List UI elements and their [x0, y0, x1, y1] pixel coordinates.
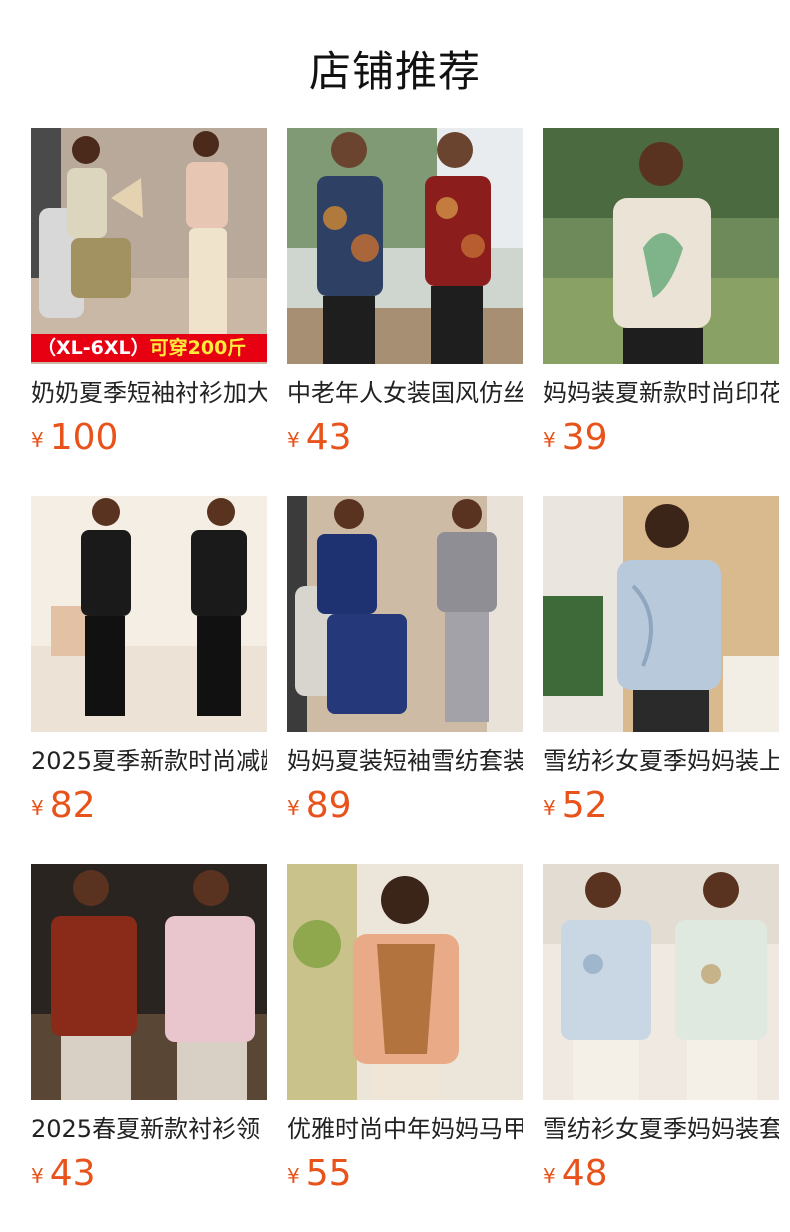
price-value: 52: [561, 785, 608, 826]
price-value: 48: [561, 1153, 608, 1194]
currency-symbol: ¥: [287, 796, 300, 820]
product-title[interactable]: 优雅时尚中年妈妈马甲: [287, 1114, 523, 1144]
product-price: ¥82: [31, 786, 96, 832]
product-card[interactable]: 优雅时尚中年妈妈马甲 ¥55: [287, 864, 523, 1232]
price-value: 43: [305, 417, 352, 458]
currency-symbol: ¥: [31, 796, 44, 820]
price-value: 39: [561, 417, 608, 458]
product-price: ¥48: [543, 1154, 608, 1200]
currency-symbol: ¥: [543, 1164, 556, 1188]
product-image[interactable]: [543, 496, 779, 732]
product-card[interactable]: 雪纺衫女夏季妈妈装套装 ¥48: [543, 864, 779, 1232]
product-image[interactable]: [287, 496, 523, 732]
price-value: 100: [49, 417, 119, 458]
currency-symbol: ¥: [543, 796, 556, 820]
product-title[interactable]: 雪纺衫女夏季妈妈装上衣: [543, 746, 779, 776]
product-grid: （XL-6XL）可穿200斤 奶奶夏季短袖衬衫加大 ¥100 中老年人女装国风仿…: [31, 128, 779, 1232]
product-price: ¥43: [31, 1154, 96, 1200]
product-title[interactable]: 2025春夏新款衬衫领: [31, 1114, 267, 1144]
currency-symbol: ¥: [31, 1164, 44, 1188]
currency-symbol: ¥: [287, 428, 300, 452]
product-title[interactable]: 妈妈装夏新款时尚印花: [543, 378, 779, 408]
product-card[interactable]: 2025夏季新款时尚减龄 ¥82: [31, 496, 267, 864]
product-price: ¥89: [287, 786, 352, 832]
price-value: 43: [49, 1153, 96, 1194]
product-card[interactable]: （XL-6XL）可穿200斤 奶奶夏季短袖衬衫加大 ¥100: [31, 128, 267, 496]
product-price: ¥39: [543, 418, 608, 464]
product-title[interactable]: 雪纺衫女夏季妈妈装套装: [543, 1114, 779, 1144]
product-price: ¥52: [543, 786, 608, 832]
product-card[interactable]: 中老年人女装国风仿丝 ¥43: [287, 128, 523, 496]
product-image[interactable]: [287, 128, 523, 364]
product-price: ¥55: [287, 1154, 352, 1200]
price-value: 82: [49, 785, 96, 826]
product-price: ¥43: [287, 418, 352, 464]
product-title[interactable]: 2025夏季新款时尚减龄: [31, 746, 267, 776]
product-card[interactable]: 妈妈装夏新款时尚印花 ¥39: [543, 128, 779, 496]
product-image[interactable]: （XL-6XL）可穿200斤: [31, 128, 267, 364]
size-badge: （XL-6XL）可穿200斤: [31, 334, 267, 362]
product-title[interactable]: 奶奶夏季短袖衬衫加大: [31, 378, 267, 408]
badge-size-range: （XL-6XL）: [37, 337, 150, 359]
badge-weight-text: 可穿200斤: [149, 337, 247, 359]
currency-symbol: ¥: [31, 428, 44, 452]
product-price: ¥100: [31, 418, 118, 464]
product-image[interactable]: [31, 496, 267, 732]
product-title[interactable]: 妈妈夏装短袖雪纺套装: [287, 746, 523, 776]
product-image[interactable]: [287, 864, 523, 1100]
section-header: 店铺推荐: [0, 0, 790, 128]
product-image[interactable]: [543, 128, 779, 364]
product-image[interactable]: [31, 864, 267, 1100]
product-card[interactable]: 雪纺衫女夏季妈妈装上衣 ¥52: [543, 496, 779, 864]
product-card[interactable]: 2025春夏新款衬衫领 ¥43: [31, 864, 267, 1232]
product-card[interactable]: 妈妈夏装短袖雪纺套装 ¥89: [287, 496, 523, 864]
currency-symbol: ¥: [287, 1164, 300, 1188]
section-title: 店铺推荐: [308, 47, 481, 96]
product-title[interactable]: 中老年人女装国风仿丝: [287, 378, 523, 408]
currency-symbol: ¥: [543, 428, 556, 452]
price-value: 89: [305, 785, 352, 826]
product-image[interactable]: [543, 864, 779, 1100]
price-value: 55: [305, 1153, 352, 1194]
